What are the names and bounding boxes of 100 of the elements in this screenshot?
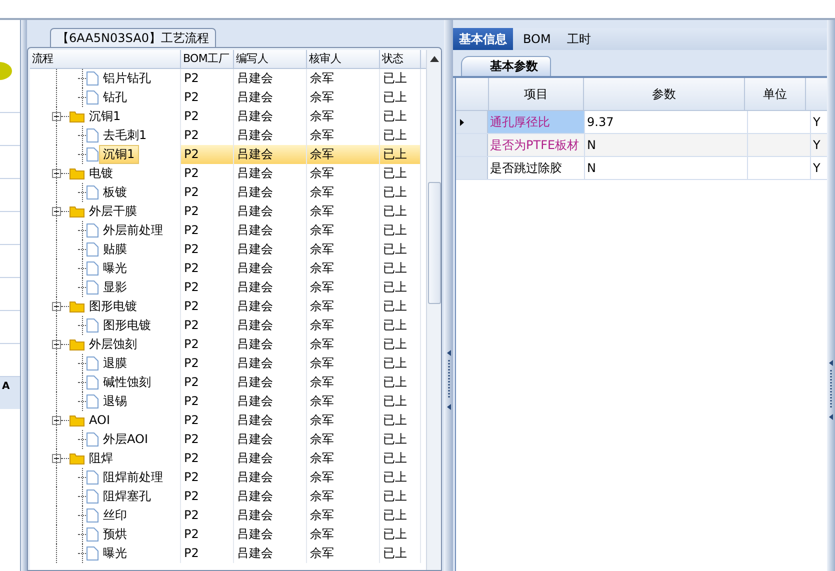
group-title: 【6AA5N03SA0】工艺流程 (50, 28, 216, 47)
tree-node[interactable]: 外层AOI (99, 430, 152, 449)
table-cell: 吕建会 (234, 88, 307, 107)
table-cell: 吕建会 (234, 297, 307, 316)
current-row-icon (460, 118, 464, 126)
table-cell: 吕建会 (234, 164, 307, 183)
document-icon (86, 223, 99, 238)
table-cell: 佘军 (307, 335, 380, 354)
table-cell: P2 (181, 354, 234, 373)
table-cell: 佘军 (307, 487, 380, 506)
tree-node[interactable]: 预烘 (99, 525, 131, 544)
table-cell: 已上 (380, 449, 421, 468)
tree-node[interactable]: 外层前处理 (99, 221, 167, 240)
document-icon (86, 546, 99, 561)
tree-node[interactable]: 显影 (99, 278, 131, 297)
table-cell: 佘军 (307, 430, 380, 449)
column-header[interactable]: 流程 (30, 50, 181, 68)
tree-node[interactable]: 阻焊前处理 (99, 468, 167, 487)
document-icon (86, 71, 99, 86)
panel-label: A (0, 377, 20, 409)
table-cell: P2 (181, 335, 234, 354)
table-cell: 吕建会 (234, 544, 307, 563)
tab[interactable]: 基本参数 (461, 56, 551, 76)
collapse-icon[interactable] (52, 340, 61, 349)
row-header[interactable] (456, 111, 488, 133)
table-cell: 吕建会 (234, 202, 307, 221)
tree-node[interactable]: 退膜 (99, 354, 131, 373)
tab[interactable]: 工时 (560, 28, 597, 50)
tree-node[interactable]: 铝片钻孔 (99, 69, 155, 88)
table-cell: P2 (181, 316, 234, 335)
column-header[interactable]: 参数 (584, 78, 745, 110)
column-header[interactable]: BOM工厂 (181, 50, 234, 68)
scrollbar[interactable] (426, 50, 441, 570)
tree-node[interactable]: 曝光 (99, 259, 131, 278)
tree-node[interactable]: 退锡 (99, 392, 131, 411)
splitter-grip-icon[interactable] (446, 350, 452, 410)
tree-node[interactable]: 图形电镀 (85, 297, 141, 316)
tree-node[interactable]: 曝光 (99, 544, 131, 563)
table-cell: P2 (181, 373, 234, 392)
folder-icon (69, 452, 85, 465)
tree-node[interactable]: 贴膜 (99, 240, 131, 259)
collapse-icon[interactable] (52, 454, 61, 463)
tab[interactable]: BOM (517, 28, 557, 50)
table-cell: 吕建会 (234, 392, 307, 411)
column-header[interactable]: 单位 (745, 78, 806, 110)
scroll-up-icon[interactable] (430, 56, 438, 62)
tree-node[interactable]: 碱性蚀刻 (99, 373, 155, 392)
table-cell: 佘军 (307, 69, 380, 88)
tree-node[interactable]: AOI (85, 411, 114, 430)
table-cell: 佘军 (307, 392, 380, 411)
table-cell: 吕建会 (234, 506, 307, 525)
collapse-icon[interactable] (52, 207, 61, 216)
tree-node[interactable]: 电镀 (85, 164, 117, 183)
collapse-icon[interactable] (52, 112, 61, 121)
splitter-grip-icon[interactable] (828, 360, 834, 420)
column-header[interactable]: 核审人 (307, 50, 380, 68)
table-cell: P2 (181, 183, 234, 202)
tree-node[interactable]: 去毛刺1 (99, 126, 151, 145)
column-header[interactable]: 项目 (489, 78, 584, 110)
tree-node[interactable]: 沉铜1 (99, 145, 139, 164)
table-cell: P2 (181, 202, 234, 221)
table-cell: 已上 (380, 373, 421, 392)
scroll-thumb[interactable] (428, 182, 440, 304)
table-cell: 已上 (380, 164, 421, 183)
collapse-icon[interactable] (52, 169, 61, 178)
table-cell: 已上 (380, 392, 421, 411)
table-cell: P2 (181, 259, 234, 278)
table-cell: 吕建会 (234, 373, 307, 392)
table-cell: 佘军 (307, 316, 380, 335)
document-icon (86, 90, 99, 105)
table-cell: 吕建会 (234, 525, 307, 544)
collapse-icon[interactable] (52, 416, 61, 425)
table-cell: 佘军 (307, 145, 380, 164)
table-cell: P2 (181, 544, 234, 563)
tree-node[interactable]: 阻焊塞孔 (99, 487, 155, 506)
document-icon (86, 280, 99, 295)
document-icon (86, 185, 99, 200)
column-header[interactable]: 编写人 (234, 50, 307, 68)
tree-node[interactable]: 钻孔 (99, 88, 131, 107)
tree-node[interactable]: 板镀 (99, 183, 131, 202)
tree-node[interactable]: 沉铜1 (85, 107, 125, 126)
table-cell: P2 (181, 487, 234, 506)
folder-icon (69, 167, 85, 180)
tree-node[interactable]: 外层蚀刻 (85, 335, 141, 354)
table-cell: 吕建会 (234, 449, 307, 468)
tree-node[interactable]: 图形电镀 (99, 316, 155, 335)
table-cell: 佘军 (307, 278, 380, 297)
tree-node[interactable]: 阻焊 (85, 449, 117, 468)
table-cell: P2 (181, 221, 234, 240)
document-icon (86, 128, 99, 143)
tree-node[interactable]: 外层干膜 (85, 202, 141, 221)
table-cell: 佘军 (307, 468, 380, 487)
table-cell: N (585, 157, 748, 179)
collapse-icon[interactable] (52, 302, 61, 311)
tab[interactable]: 基本信息 (453, 28, 513, 50)
table-cell: 吕建会 (234, 335, 307, 354)
tree-node[interactable]: 丝印 (99, 506, 131, 525)
folder-icon (69, 414, 85, 427)
table-cell: 已上 (380, 145, 421, 164)
column-header[interactable]: 状态 (380, 50, 421, 68)
